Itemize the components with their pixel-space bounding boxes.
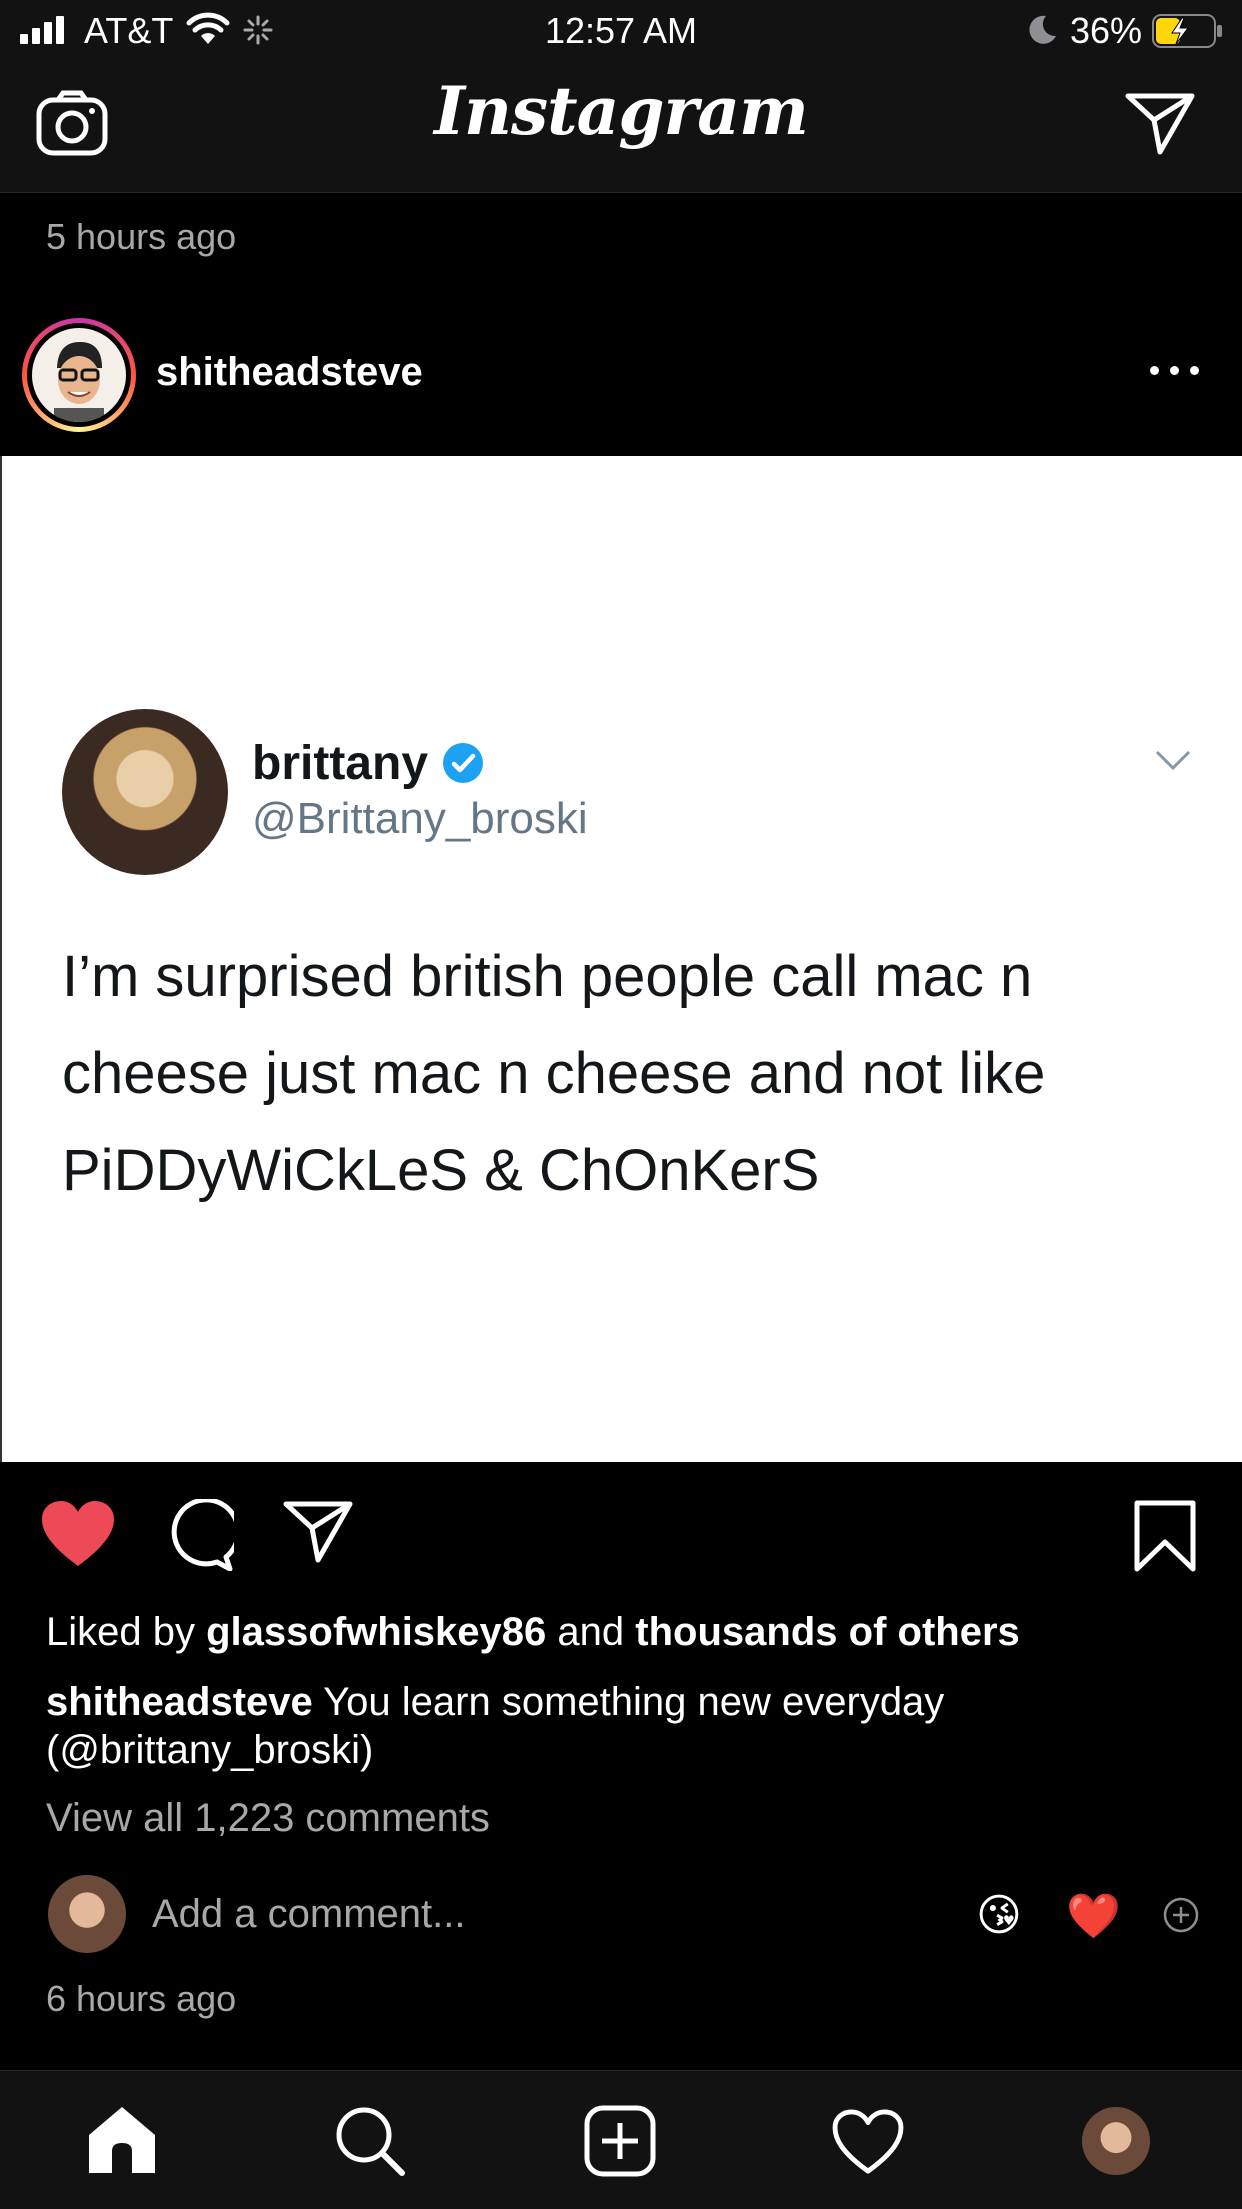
search-icon[interactable] [334,2105,406,2177]
add-comment-input[interactable]: Add a comment... [152,1892,465,1937]
home-icon[interactable] [86,2105,158,2175]
liked-by-others[interactable]: thousands of others [635,1610,1019,1654]
bookmark-icon[interactable] [1134,1500,1196,1572]
share-icon[interactable] [282,1500,354,1564]
quick-reaction-heart[interactable]: ❤️ [1066,1890,1121,1942]
current-user-avatar [48,1875,126,1953]
comment-icon[interactable] [162,1499,234,1571]
caption-username[interactable]: shitheadsteve [46,1680,313,1724]
verified-badge-icon [443,743,483,783]
liked-by-user[interactable]: glassofwhiskey86 [206,1610,546,1654]
quick-reaction-kiss[interactable]: 😘 [976,1890,1022,1941]
likes-prefix: Liked by [46,1610,195,1654]
more-options-button[interactable] [1150,356,1204,386]
activity-icon[interactable] [830,2109,906,2175]
tweet-author-name: brittany [252,737,429,790]
heart-liked-icon[interactable] [40,1500,116,1568]
post-image[interactable]: brittany @Brittany_broski I’m surprised … [0,456,1242,1462]
instagram-logo: Instagram [434,72,809,150]
bottom-navigation [0,2070,1242,2209]
battery-icon [1152,14,1222,48]
new-post-icon[interactable] [584,2105,656,2177]
tweet-author-avatar [62,709,228,875]
add-reaction-icon[interactable] [1162,1896,1200,1934]
profile-avatar[interactable] [1082,2107,1150,2175]
moon-icon [1029,15,1056,44]
likes-summary: Liked by glassofwhiskey86 and thousands … [46,1610,1020,1655]
tweet-author-handle: @Brittany_broski [252,794,588,843]
likes-and: and [557,1610,625,1654]
post-author-avatar[interactable] [22,318,136,432]
status-bar: AT&T 12:57 AM 36% [0,0,1242,62]
post-timestamp: 6 hours ago [46,1978,237,2019]
previous-post-timestamp: 5 hours ago [46,216,237,257]
battery-percentage: 36% [1070,10,1143,51]
avatar-illustration [54,342,104,422]
tweet-text: I’m surprised british people call mac n … [62,944,1046,1203]
view-all-comments-link[interactable]: View all 1,223 comments [46,1796,490,1841]
post-caption: shitheadsteve You learn something new ev… [46,1678,1126,1774]
post-username[interactable]: shitheadsteve [156,350,423,395]
chevron-down-icon [1155,750,1191,771]
app-header: Instagram [0,62,1242,193]
direct-message-icon[interactable] [1124,92,1196,156]
